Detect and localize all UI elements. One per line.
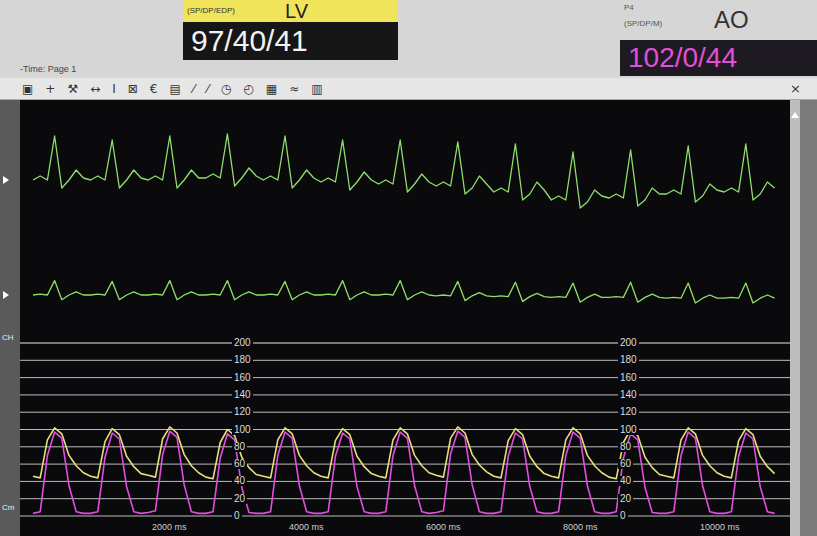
y-tick-label: 20 <box>232 494 247 504</box>
x-tick-label: 8000 ms <box>563 523 598 532</box>
channel-marker <box>3 291 9 299</box>
y-tick-label: 200 <box>618 338 639 348</box>
waveform-chart <box>20 100 790 536</box>
toolbar-button[interactable]: ⚒ <box>65 83 80 95</box>
close-button[interactable]: × <box>790 82 801 95</box>
grid-line <box>20 516 790 517</box>
toolbar-button[interactable]: Ι <box>110 83 118 95</box>
grid-line <box>20 429 790 430</box>
x-tick-label: 2000 ms <box>152 523 187 532</box>
y-tick-label: 40 <box>232 476 247 486</box>
y-tick-label: 20 <box>618 494 633 504</box>
x-tick-label: 10000 ms <box>700 523 740 532</box>
grid-line <box>20 498 790 499</box>
y-tick-label: 80 <box>618 442 633 452</box>
toolbar-button[interactable]: ▣ <box>20 83 35 95</box>
toolbar-button[interactable]: ◴ <box>241 83 255 95</box>
y-tick-label: 40 <box>618 476 633 486</box>
toolbar-button[interactable]: ⁄ <box>205 83 211 95</box>
y-tick-label: 200 <box>232 338 253 348</box>
y-tick-label: 180 <box>232 355 253 365</box>
y-tick-label: 80 <box>232 442 247 452</box>
page-title: -Time: Page 1 <box>0 63 620 79</box>
channel-gutter: CH Cm <box>0 100 20 536</box>
header-left: (SP/DP/EDP)LV97/40/41 -Time: Page 1 <box>0 0 620 78</box>
y-tick-label: 140 <box>232 390 253 400</box>
scroll-up-icon[interactable] <box>791 112 799 118</box>
toolbar-button[interactable]: ≈ <box>287 83 301 95</box>
plot-area: CHCm200180160140120100806040200200180160… <box>0 100 817 536</box>
y-tick-label: 120 <box>232 407 253 417</box>
lv-label-strip: (SP/DP/EDP)LV <box>183 0 398 22</box>
toolbar-button[interactable]: + <box>43 83 57 95</box>
toolbar: ▣ + ⚒ ↔ Ι ⊠ € ▤ ⁄ ⁄ ◷ ◴ ▦ ≈ ▥ × <box>0 78 817 100</box>
y-tick-label: 160 <box>618 373 639 383</box>
toolbar-button[interactable]: ▥ <box>309 83 324 95</box>
grid-line <box>20 394 790 395</box>
grid-line <box>20 464 790 465</box>
grid-line <box>20 360 790 361</box>
y-tick-label: 100 <box>618 425 639 435</box>
scrollbar[interactable] <box>790 100 800 536</box>
y-tick-label: 140 <box>618 390 639 400</box>
channel-label: Cm <box>2 504 14 512</box>
toolbar-button[interactable]: € <box>148 83 160 95</box>
y-tick-label: 180 <box>618 355 639 365</box>
toolbar-button[interactable]: ▦ <box>264 83 279 95</box>
ao-reading: 102/0/44 <box>620 40 817 76</box>
y-tick-label: 60 <box>232 459 247 469</box>
ecg-trace <box>33 281 775 303</box>
ao-legend: (SP/DP/M) <box>624 14 690 30</box>
toolbar-button[interactable]: ⊠ <box>126 83 140 95</box>
toolbar-button[interactable]: ↔ <box>88 83 102 95</box>
grid-line <box>20 377 790 378</box>
grid-line <box>20 343 790 344</box>
toolbar-button[interactable]: ⁄ <box>191 83 197 95</box>
lv-legend: (SP/DP/EDP) <box>183 5 253 17</box>
lv-label: LV <box>253 1 308 21</box>
x-tick-label: 4000 ms <box>289 523 324 532</box>
ao-panel: P4(SP/DP/M)AO 102/0/44 <box>620 0 817 78</box>
channel-marker <box>3 176 9 184</box>
y-tick-label: 0 <box>618 511 628 521</box>
y-tick-label: 160 <box>232 373 253 383</box>
y-tick-label: 60 <box>618 459 633 469</box>
y-tick-label: 100 <box>232 425 253 435</box>
lv-reading: 97/40/41 <box>183 22 398 60</box>
waveform-canvas: 2001801601401201008060402002001801601401… <box>20 100 790 536</box>
toolbar-button[interactable]: ▤ <box>167 83 182 95</box>
toolbar-button[interactable]: ◷ <box>219 83 233 95</box>
grid-line <box>20 412 790 413</box>
ao-channel: P4 <box>624 2 690 14</box>
pressure-trace <box>33 431 775 513</box>
x-tick-label: 6000 ms <box>426 523 461 532</box>
y-tick-label: 120 <box>618 407 639 417</box>
header: (SP/DP/EDP)LV97/40/41-Time: Page 1P4(SP/… <box>0 0 817 78</box>
channel-label: CH <box>2 334 14 342</box>
monitor-screen: (SP/DP/EDP)LV97/40/41-Time: Page 1P4(SP/… <box>0 0 817 536</box>
ecg-trace <box>33 134 775 208</box>
y-tick-label: 0 <box>232 511 242 521</box>
grid-line <box>20 446 790 447</box>
lv-panel: (SP/DP/EDP)LV97/40/41 <box>183 0 398 60</box>
ao-label: AO <box>690 0 749 32</box>
grid-line <box>20 481 790 482</box>
